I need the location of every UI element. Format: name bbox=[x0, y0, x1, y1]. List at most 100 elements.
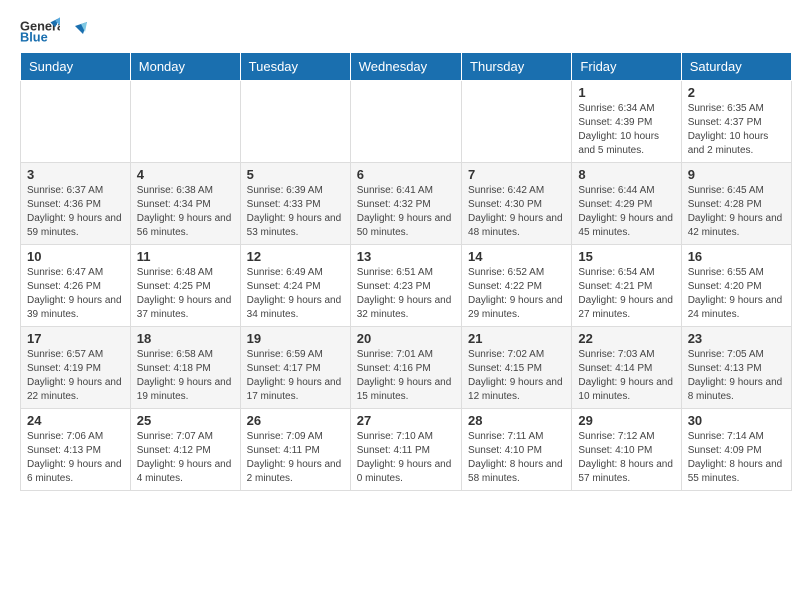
calendar-cell: 12 Sunrise: 6:49 AM Sunset: 4:24 PM Dayli… bbox=[240, 245, 350, 327]
calendar-cell: 9 Sunrise: 6:45 AM Sunset: 4:28 PM Daylig… bbox=[681, 163, 791, 245]
svg-text:Blue: Blue bbox=[20, 30, 48, 44]
calendar-cell bbox=[350, 81, 461, 163]
calendar-cell: 4Sunrise: 6:38 AM Sunset: 4:34 PM Daylig… bbox=[130, 163, 240, 245]
header-cell: Tuesday bbox=[240, 53, 350, 81]
day-info: Sunrise: 6:45 AM Sunset: 4:28 PM Dayligh… bbox=[688, 184, 785, 240]
calendar-cell: 2 Sunrise: 6:35 AM Sunset: 4:37 PM Daylig… bbox=[681, 81, 791, 163]
day-info: Sunrise: 6:37 AM Sunset: 4:36 PM Dayligh… bbox=[27, 184, 124, 240]
day-number: 28 bbox=[468, 413, 565, 428]
calendar-table: SundayMondayTuesdayWednesdayThursdayFrid… bbox=[20, 52, 792, 491]
calendar-cell bbox=[240, 81, 350, 163]
calendar-cell: 8Sunrise: 6:44 AM Sunset: 4:29 PM Daylig… bbox=[572, 163, 681, 245]
day-number: 30 bbox=[688, 413, 785, 428]
header-cell: Saturday bbox=[681, 53, 791, 81]
calendar-cell: 15Sunrise: 6:54 AM Sunset: 4:21 PM Dayli… bbox=[572, 245, 681, 327]
day-info: Sunrise: 6:59 AM Sunset: 4:17 PM Dayligh… bbox=[247, 348, 344, 404]
day-number: 23 bbox=[688, 331, 785, 346]
calendar-cell: 5Sunrise: 6:39 AM Sunset: 4:33 PM Daylig… bbox=[240, 163, 350, 245]
logo-bird-icon: General Blue bbox=[20, 16, 60, 44]
calendar-week-row: 3Sunrise: 6:37 AM Sunset: 4:36 PM Daylig… bbox=[21, 163, 792, 245]
calendar-wrapper: SundayMondayTuesdayWednesdayThursdayFrid… bbox=[0, 52, 792, 501]
day-info: Sunrise: 7:14 AM Sunset: 4:09 PM Dayligh… bbox=[688, 430, 785, 486]
day-info: Sunrise: 7:06 AM Sunset: 4:13 PM Dayligh… bbox=[27, 430, 124, 486]
day-info: Sunrise: 6:48 AM Sunset: 4:25 PM Dayligh… bbox=[137, 266, 234, 322]
day-info: Sunrise: 7:11 AM Sunset: 4:10 PM Dayligh… bbox=[468, 430, 565, 486]
day-info: Sunrise: 7:01 AM Sunset: 4:16 PM Dayligh… bbox=[357, 348, 455, 404]
logo-bird-svg bbox=[65, 22, 87, 44]
day-number: 17 bbox=[27, 331, 124, 346]
calendar-cell: 10 Sunrise: 6:47 AM Sunset: 4:26 PM Dayli… bbox=[21, 245, 131, 327]
calendar-cell: 11 Sunrise: 6:48 AM Sunset: 4:25 PM Dayli… bbox=[130, 245, 240, 327]
calendar-cell: 29 Sunrise: 7:12 AM Sunset: 4:10 PM Dayli… bbox=[572, 409, 681, 491]
calendar-cell bbox=[130, 81, 240, 163]
day-info: Sunrise: 7:12 AM Sunset: 4:10 PM Dayligh… bbox=[578, 430, 674, 486]
day-number: 14 bbox=[468, 249, 565, 264]
day-info: Sunrise: 6:35 AM Sunset: 4:37 PM Dayligh… bbox=[688, 102, 785, 158]
day-number: 15 bbox=[578, 249, 674, 264]
calendar-cell: 3Sunrise: 6:37 AM Sunset: 4:36 PM Daylig… bbox=[21, 163, 131, 245]
calendar-cell: 30 Sunrise: 7:14 AM Sunset: 4:09 PM Dayli… bbox=[681, 409, 791, 491]
day-number: 10 bbox=[27, 249, 124, 264]
calendar-header: SundayMondayTuesdayWednesdayThursdayFrid… bbox=[21, 53, 792, 81]
calendar-cell: 1 Sunrise: 6:34 AM Sunset: 4:39 PM Daylig… bbox=[572, 81, 681, 163]
day-info: Sunrise: 6:34 AM Sunset: 4:39 PM Dayligh… bbox=[578, 102, 674, 158]
logo: General Blue bbox=[20, 16, 87, 44]
day-info: Sunrise: 6:58 AM Sunset: 4:18 PM Dayligh… bbox=[137, 348, 234, 404]
day-info: Sunrise: 7:07 AM Sunset: 4:12 PM Dayligh… bbox=[137, 430, 234, 486]
calendar-cell: 26 Sunrise: 7:09 AM Sunset: 4:11 PM Dayli… bbox=[240, 409, 350, 491]
calendar-cell: 22 Sunrise: 7:03 AM Sunset: 4:14 PM Dayli… bbox=[572, 327, 681, 409]
calendar-cell: 24Sunrise: 7:06 AM Sunset: 4:13 PM Dayli… bbox=[21, 409, 131, 491]
day-number: 21 bbox=[468, 331, 565, 346]
day-number: 2 bbox=[688, 85, 785, 100]
day-number: 19 bbox=[247, 331, 344, 346]
day-info: Sunrise: 7:05 AM Sunset: 4:13 PM Dayligh… bbox=[688, 348, 785, 404]
header-cell: Wednesday bbox=[350, 53, 461, 81]
day-number: 12 bbox=[247, 249, 344, 264]
day-info: Sunrise: 7:09 AM Sunset: 4:11 PM Dayligh… bbox=[247, 430, 344, 486]
day-number: 18 bbox=[137, 331, 234, 346]
day-number: 27 bbox=[357, 413, 455, 428]
calendar-cell: 20Sunrise: 7:01 AM Sunset: 4:16 PM Dayli… bbox=[350, 327, 461, 409]
calendar-week-row: 1 Sunrise: 6:34 AM Sunset: 4:39 PM Daylig… bbox=[21, 81, 792, 163]
day-number: 22 bbox=[578, 331, 674, 346]
calendar-week-row: 17Sunrise: 6:57 AM Sunset: 4:19 PM Dayli… bbox=[21, 327, 792, 409]
day-number: 6 bbox=[357, 167, 455, 182]
header-cell: Sunday bbox=[21, 53, 131, 81]
calendar-cell: 19 Sunrise: 6:59 AM Sunset: 4:17 PM Dayli… bbox=[240, 327, 350, 409]
calendar-cell bbox=[462, 81, 572, 163]
calendar-cell: 16 Sunrise: 6:55 AM Sunset: 4:20 PM Dayli… bbox=[681, 245, 791, 327]
calendar-cell: 13 Sunrise: 6:51 AM Sunset: 4:23 PM Dayli… bbox=[350, 245, 461, 327]
day-info: Sunrise: 6:44 AM Sunset: 4:29 PM Dayligh… bbox=[578, 184, 674, 240]
day-info: Sunrise: 6:42 AM Sunset: 4:30 PM Dayligh… bbox=[468, 184, 565, 240]
day-number: 25 bbox=[137, 413, 234, 428]
day-number: 26 bbox=[247, 413, 344, 428]
day-info: Sunrise: 6:39 AM Sunset: 4:33 PM Dayligh… bbox=[247, 184, 344, 240]
day-number: 16 bbox=[688, 249, 785, 264]
day-info: Sunrise: 6:49 AM Sunset: 4:24 PM Dayligh… bbox=[247, 266, 344, 322]
day-number: 29 bbox=[578, 413, 674, 428]
header-cell: Thursday bbox=[462, 53, 572, 81]
day-info: Sunrise: 7:02 AM Sunset: 4:15 PM Dayligh… bbox=[468, 348, 565, 404]
day-info: Sunrise: 6:52 AM Sunset: 4:22 PM Dayligh… bbox=[468, 266, 565, 322]
calendar-cell: 18 Sunrise: 6:58 AM Sunset: 4:18 PM Dayli… bbox=[130, 327, 240, 409]
day-info: Sunrise: 7:03 AM Sunset: 4:14 PM Dayligh… bbox=[578, 348, 674, 404]
day-info: Sunrise: 6:55 AM Sunset: 4:20 PM Dayligh… bbox=[688, 266, 785, 322]
day-number: 9 bbox=[688, 167, 785, 182]
calendar-cell: 25 Sunrise: 7:07 AM Sunset: 4:12 PM Dayli… bbox=[130, 409, 240, 491]
header-cell: Monday bbox=[130, 53, 240, 81]
calendar-week-row: 24Sunrise: 7:06 AM Sunset: 4:13 PM Dayli… bbox=[21, 409, 792, 491]
calendar-cell: 21 Sunrise: 7:02 AM Sunset: 4:15 PM Dayli… bbox=[462, 327, 572, 409]
day-info: Sunrise: 6:51 AM Sunset: 4:23 PM Dayligh… bbox=[357, 266, 455, 322]
day-info: Sunrise: 6:38 AM Sunset: 4:34 PM Dayligh… bbox=[137, 184, 234, 240]
day-number: 7 bbox=[468, 167, 565, 182]
header-row: SundayMondayTuesdayWednesdayThursdayFrid… bbox=[21, 53, 792, 81]
day-number: 13 bbox=[357, 249, 455, 264]
calendar-body: 1 Sunrise: 6:34 AM Sunset: 4:39 PM Daylig… bbox=[21, 81, 792, 491]
day-number: 11 bbox=[137, 249, 234, 264]
day-number: 1 bbox=[578, 85, 674, 100]
calendar-cell: 6Sunrise: 6:41 AM Sunset: 4:32 PM Daylig… bbox=[350, 163, 461, 245]
calendar-cell: 28 Sunrise: 7:11 AM Sunset: 4:10 PM Dayli… bbox=[462, 409, 572, 491]
day-info: Sunrise: 6:47 AM Sunset: 4:26 PM Dayligh… bbox=[27, 266, 124, 322]
calendar-cell: 14 Sunrise: 6:52 AM Sunset: 4:22 PM Dayli… bbox=[462, 245, 572, 327]
calendar-week-row: 10 Sunrise: 6:47 AM Sunset: 4:26 PM Dayli… bbox=[21, 245, 792, 327]
